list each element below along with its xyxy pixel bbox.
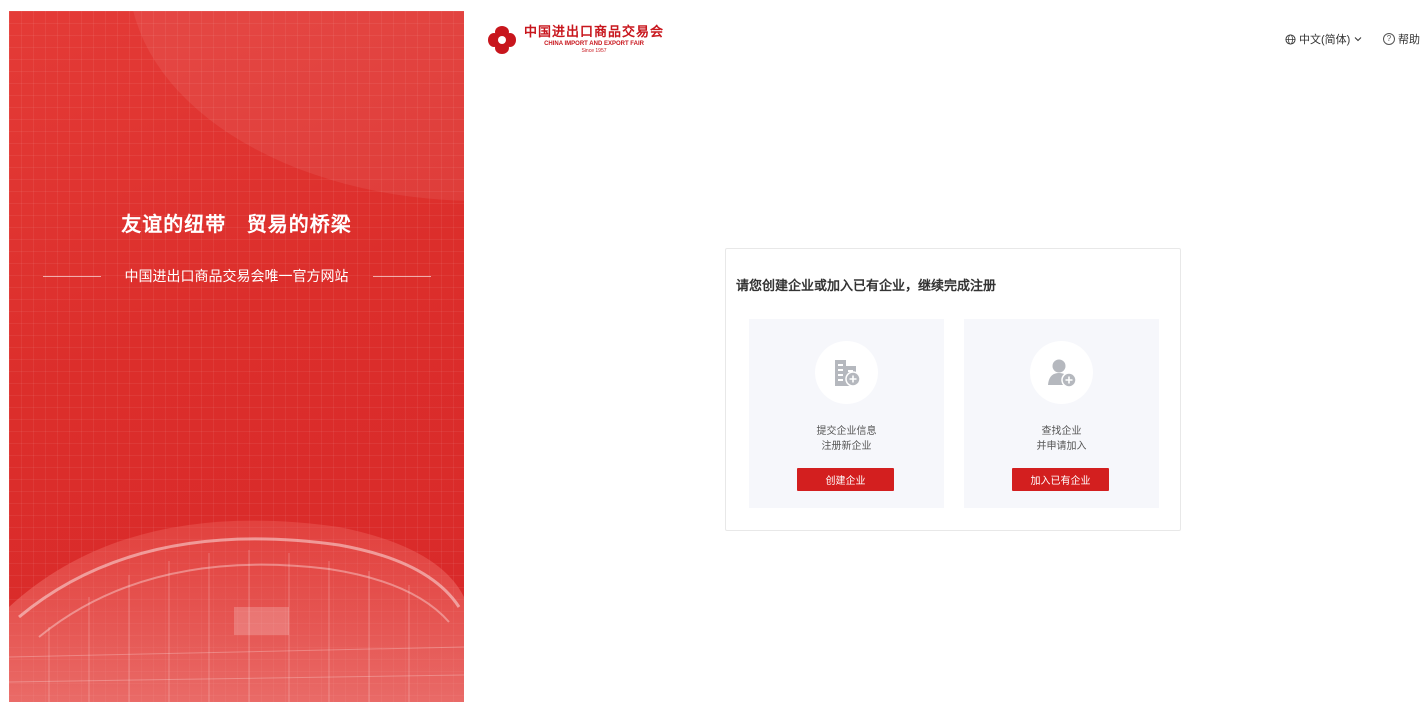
banner-subtitle-row: 中国进出口商品交易会唯一官方网站 xyxy=(9,266,464,286)
chevron-down-icon xyxy=(1354,37,1362,42)
option-description-line2: 注册新企业 xyxy=(821,441,872,452)
option-description-line1: 查找企业 xyxy=(1041,426,1082,437)
exhibition-building-illustration xyxy=(9,520,464,702)
create-enterprise-button[interactable]: 创建企业 xyxy=(797,468,894,491)
option-description-line1: 提交企业信息 xyxy=(816,426,877,437)
enterprise-choice-card: 请您创建企业或加入已有企业，继续完成注册 提交企业信息 注册新企业 创建企业 查… xyxy=(725,248,1181,531)
building-add-icon xyxy=(834,359,861,387)
flower-logo-icon xyxy=(488,26,516,54)
join-enterprise-option: 查找企业 并申请加入 加入已有企业 xyxy=(964,319,1159,508)
subtitle-right-rule xyxy=(372,275,431,277)
icon-circle xyxy=(1030,341,1093,404)
icon-circle xyxy=(815,341,878,404)
language-selector[interactable]: 中文(简体) xyxy=(1285,31,1362,47)
help-link[interactable]: ? 帮助 xyxy=(1383,31,1420,47)
join-enterprise-button[interactable]: 加入已有企业 xyxy=(1012,468,1109,491)
option-description-line2: 并申请加入 xyxy=(1036,441,1087,452)
language-label: 中文(简体) xyxy=(1299,34,1351,46)
banner-subtitle: 中国进出口商品交易会唯一官方网站 xyxy=(124,268,349,284)
logo-text: 中国进出口商品交易会 CHINA IMPORT AND EXPORT FAIR … xyxy=(524,26,664,55)
promo-banner: 友谊的纽带 贸易的桥梁 中国进出口商品交易会唯一官方网站 xyxy=(9,11,464,702)
card-title: 请您创建企业或加入已有企业，继续完成注册 xyxy=(736,278,997,293)
user-add-icon xyxy=(1047,359,1077,388)
canton-fair-logo[interactable]: 中国进出口商品交易会 CHINA IMPORT AND EXPORT FAIR … xyxy=(486,24,664,56)
globe-icon xyxy=(1285,33,1296,45)
logo-english-name: CHINA IMPORT AND EXPORT FAIR xyxy=(544,40,644,47)
subtitle-left-rule xyxy=(42,275,101,277)
banner-slogan: 友谊的纽带 贸易的桥梁 xyxy=(121,214,352,236)
create-enterprise-option: 提交企业信息 注册新企业 创建企业 xyxy=(749,319,944,508)
logo-since: Since 1957 xyxy=(581,47,607,54)
help-label: 帮助 xyxy=(1398,34,1420,46)
logo-chinese-name: 中国进出口商品交易会 xyxy=(524,24,665,40)
question-circle-icon: ? xyxy=(1383,33,1395,45)
